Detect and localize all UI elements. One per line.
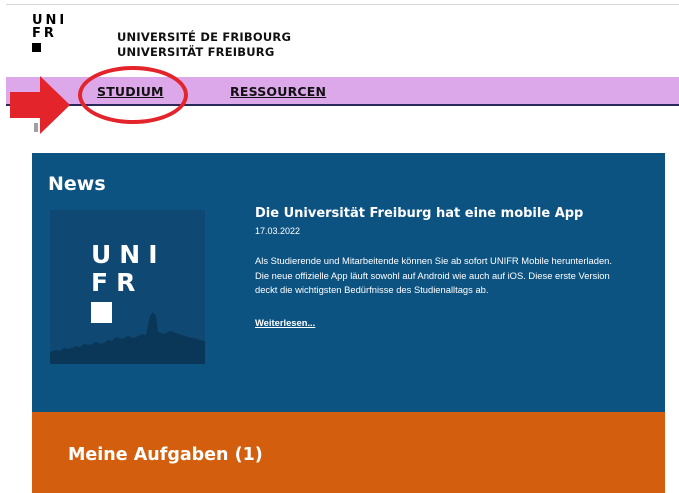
logo-square-icon <box>32 43 41 52</box>
highlight-circle-annotation <box>78 66 188 124</box>
article-date: 17.03.2022 <box>255 226 301 236</box>
news-thumbnail[interactable]: UNI FR <box>50 210 205 364</box>
article-body: Als Studierende und Mitarbeitende können… <box>255 255 612 295</box>
logo-text-fr: FR <box>32 26 57 41</box>
thumb-logo-uni: UNI <box>91 240 166 269</box>
university-name: UNIVERSITÉ DE FRIBOURG UNIVERSITÄT FREIB… <box>117 30 291 60</box>
tasks-section[interactable]: Meine Aufgaben (1) <box>32 412 665 493</box>
thumb-logo-fr: FR <box>91 268 144 297</box>
nav-item-ressourcen[interactable]: RESSOURCEN <box>230 84 326 99</box>
city-skyline-icon <box>50 312 205 364</box>
university-name-de: UNIVERSITÄT FREIBURG <box>117 45 275 59</box>
read-more-link[interactable]: Weiterlesen... <box>255 317 315 328</box>
news-heading: News <box>48 173 106 195</box>
unifr-logo[interactable]: UNI FR <box>32 14 67 52</box>
article-title[interactable]: Die Universität Freiburg hat eine mobile… <box>255 206 583 221</box>
university-name-fr: UNIVERSITÉ DE FRIBOURG <box>117 30 292 44</box>
news-section: News UNI FR Die Universität Freiburg hat… <box>32 153 665 412</box>
top-divider <box>6 4 679 5</box>
red-arrow-icon <box>10 76 70 134</box>
tasks-heading: Meine Aufgaben (1) <box>68 445 263 465</box>
breadcrumb-home-icon[interactable] <box>34 123 38 132</box>
